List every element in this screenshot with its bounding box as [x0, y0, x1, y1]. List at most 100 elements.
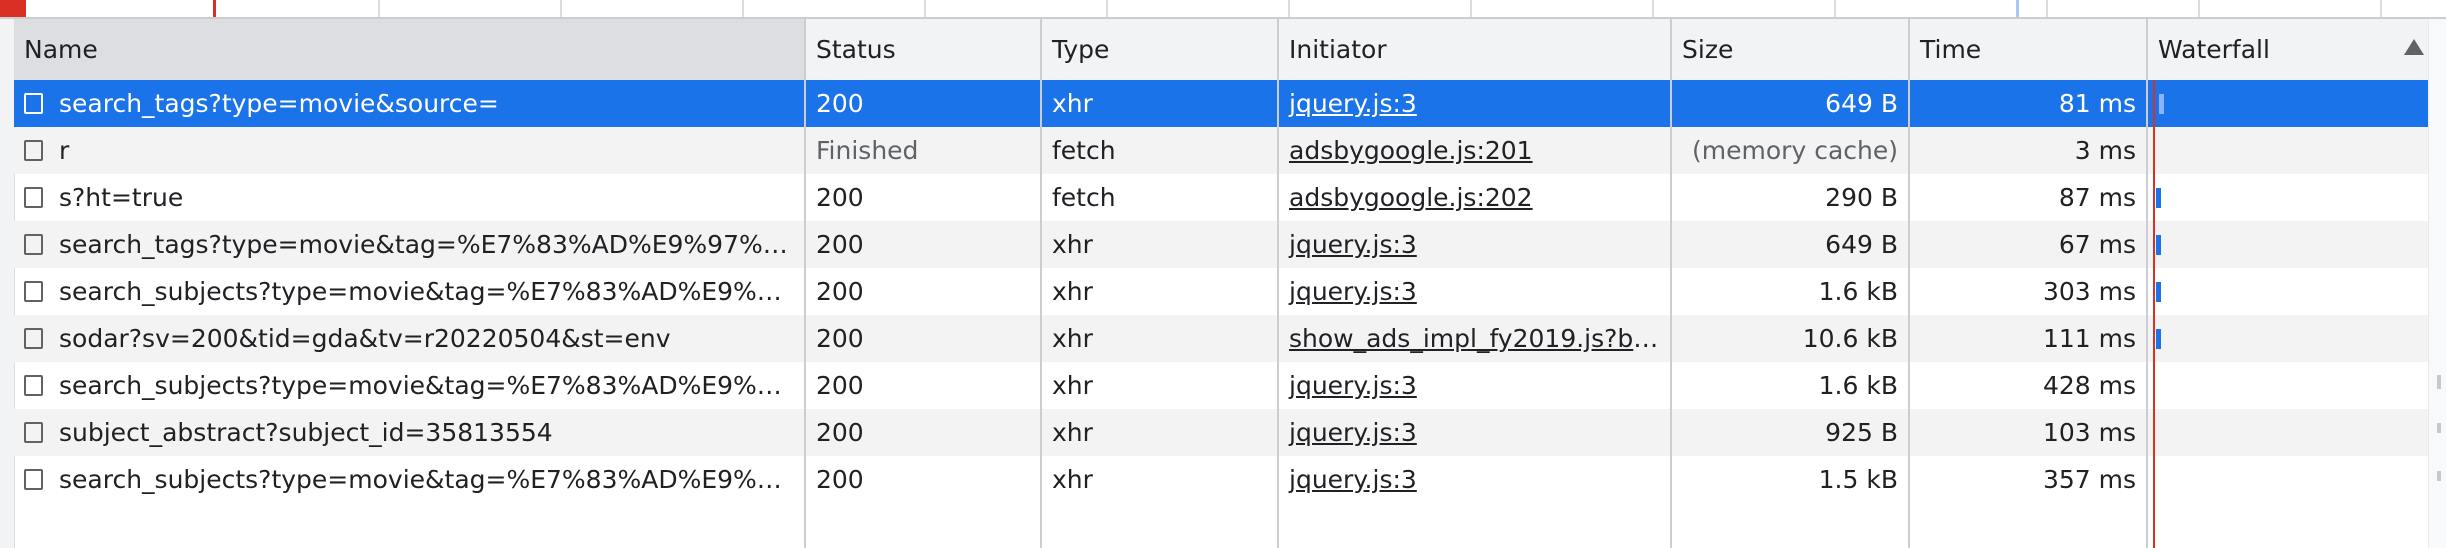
initiator-link[interactable]: adsbygoogle.js:201 [1289, 136, 1533, 165]
cell-name: search_tags?type=movie&tag=%E7%83%AD%E9%… [14, 221, 804, 268]
cell-time: 428 ms [2042, 371, 2136, 400]
column-header-size[interactable]: Size [1672, 19, 1908, 80]
overview-gridline [742, 0, 744, 17]
request-name[interactable]: search_subjects?type=movie&tag=%E7%83%AD… [59, 371, 804, 400]
cell-size: 925 B [1825, 418, 1898, 447]
cell-type: xhr [1052, 371, 1093, 400]
initiator-link[interactable]: adsbygoogle.js:202 [1289, 183, 1533, 212]
column-divider[interactable] [2146, 19, 2148, 548]
overview-gridline [1470, 0, 1472, 17]
left-gutter [0, 19, 15, 548]
column-header-name[interactable]: Name [14, 19, 804, 80]
column-header-status[interactable]: Status [806, 19, 1040, 80]
overview-gridline [2046, 0, 2048, 17]
cell-type: fetch [1052, 183, 1116, 212]
table-row[interactable]: sodar?sv=200&tid=gda&tv=r20220504&st=env… [14, 315, 2446, 362]
waterfall-bar[interactable] [2156, 235, 2161, 255]
table-row[interactable]: search_subjects?type=movie&tag=%E7%83%AD… [14, 362, 2446, 409]
cell-status: 200 [816, 230, 864, 259]
request-name[interactable]: search_subjects?type=movie&tag=%E7%83%AD… [59, 465, 804, 494]
request-name[interactable]: search_subjects?type=movie&tag=%E7%83%AD… [59, 277, 804, 306]
waterfall-bar[interactable] [2156, 282, 2161, 302]
overview-gridline [924, 0, 926, 17]
column-header-type[interactable]: Type [1042, 19, 1277, 80]
load-event-marker [2153, 99, 2155, 548]
column-header-time[interactable]: Time [1910, 19, 2146, 80]
request-name[interactable]: r [59, 136, 69, 165]
request-name[interactable]: sodar?sv=200&tid=gda&tv=r20220504&st=env [59, 324, 671, 353]
cell-initiator: jquery.js:3 [1279, 409, 1670, 456]
overview-gridline [1288, 0, 1290, 17]
waterfall-bar[interactable] [2156, 329, 2161, 349]
table-row[interactable]: r Finished fetch adsbygoogle.js:201 (memory … [14, 127, 2446, 174]
waterfall-bar[interactable] [2156, 188, 2161, 208]
column-divider[interactable] [1670, 19, 1672, 548]
initiator-link[interactable]: jquery.js:3 [1289, 89, 1417, 118]
initiator-link[interactable]: show_ads_impl_fy2019.js?bus... [1289, 324, 1670, 353]
cell-initiator: jquery.js:3 [1279, 362, 1670, 409]
overview-load-marker [0, 0, 26, 17]
cell-initiator: jquery.js:3 [1279, 456, 1670, 503]
table-row[interactable]: s?ht=true 200 fetch adsbygoogle.js:202 290 B… [14, 174, 2446, 221]
cell-name: r [14, 127, 804, 174]
scroll-tick [2437, 375, 2441, 389]
cell-initiator: adsbygoogle.js:201 [1279, 127, 1670, 174]
table-header: Name Status Type Initiator Size Time Wat… [14, 19, 2446, 81]
cell-name: subject_abstract?subject_id=35813554 [14, 409, 804, 456]
column-divider[interactable] [804, 19, 806, 548]
initiator-link[interactable]: jquery.js:3 [1289, 418, 1417, 447]
request-name[interactable]: search_tags?type=movie&source= [59, 89, 499, 118]
scroll-tick [2437, 471, 2441, 481]
cell-status: 200 [816, 418, 864, 447]
table-row[interactable]: search_subjects?type=movie&tag=%E7%83%AD… [14, 456, 2446, 503]
resource-doc-icon [24, 327, 43, 349]
table-row[interactable]: subject_abstract?subject_id=35813554 200 x… [14, 409, 2446, 456]
resource-doc-icon [24, 92, 43, 114]
cell-initiator: jquery.js:3 [1279, 221, 1670, 268]
initiator-link[interactable]: jquery.js:3 [1289, 371, 1417, 400]
cell-initiator: show_ads_impl_fy2019.js?bus... [1279, 315, 1670, 362]
cell-name: search_subjects?type=movie&tag=%E7%83%AD… [14, 362, 804, 409]
cell-time: 3 ms [2074, 136, 2136, 165]
scroll-tick [2437, 423, 2441, 433]
initiator-link[interactable]: jquery.js:3 [1289, 230, 1417, 259]
column-divider[interactable] [1040, 19, 1042, 548]
table-row[interactable]: search_tags?type=movie&source= 200 xhr jque… [14, 80, 2446, 127]
overview-timeline[interactable] [0, 0, 2446, 19]
overview-gridline [1834, 0, 1836, 17]
cell-name: search_subjects?type=movie&tag=%E7%83%AD… [14, 268, 804, 315]
cell-name: sodar?sv=200&tid=gda&tv=r20220504&st=env [14, 315, 804, 362]
initiator-link[interactable]: jquery.js:3 [1289, 465, 1417, 494]
sort-ascending-icon[interactable] [2404, 39, 2424, 55]
waterfall-bar[interactable] [2159, 94, 2164, 114]
overview-gridline [1652, 0, 1654, 17]
request-name[interactable]: s?ht=true [59, 183, 183, 212]
load-event-marker-head [2153, 80, 2155, 99]
request-name[interactable]: search_tags?type=movie&tag=%E7%83%AD%E9%… [59, 230, 804, 259]
cell-type: xhr [1052, 277, 1093, 306]
cell-initiator: jquery.js:3 [1279, 80, 1670, 127]
resource-doc-icon [24, 186, 43, 208]
column-header-waterfall[interactable]: Waterfall [2148, 19, 2446, 80]
cell-type: xhr [1052, 324, 1093, 353]
cell-time: 81 ms [2058, 89, 2136, 118]
table-row[interactable]: search_subjects?type=movie&tag=%E7%83%AD… [14, 268, 2446, 315]
column-divider[interactable] [1277, 19, 1279, 548]
waterfall-scrollbar[interactable] [2428, 19, 2446, 548]
cell-status: 200 [816, 277, 864, 306]
overview-request-tick [2016, 0, 2019, 17]
cell-size: 649 B [1825, 230, 1898, 259]
cell-time: 111 ms [2042, 324, 2136, 353]
cell-name: search_subjects?type=movie&tag=%E7%83%AD… [14, 456, 804, 503]
overview-gridline [378, 0, 380, 17]
cell-name: s?ht=true [14, 174, 804, 221]
cell-time: 103 ms [2042, 418, 2136, 447]
column-header-initiator[interactable]: Initiator [1279, 19, 1670, 80]
table-row[interactable]: search_tags?type=movie&tag=%E7%83%AD%E9%… [14, 221, 2446, 268]
initiator-link[interactable]: jquery.js:3 [1289, 277, 1417, 306]
cell-size: 290 B [1825, 183, 1898, 212]
column-divider[interactable] [1908, 19, 1910, 548]
cell-status: 200 [816, 89, 864, 118]
request-name[interactable]: subject_abstract?subject_id=35813554 [59, 418, 553, 447]
cell-status: Finished [816, 136, 919, 165]
